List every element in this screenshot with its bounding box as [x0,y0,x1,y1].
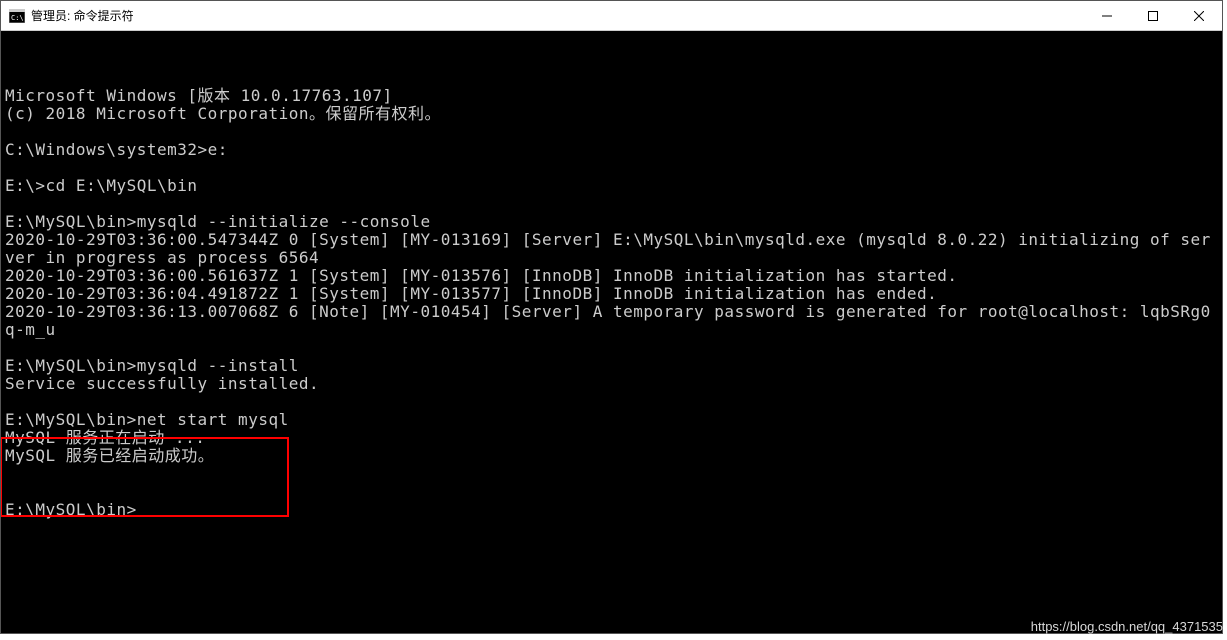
terminal-line [5,483,1218,501]
titlebar[interactable]: C:\ 管理员: 命令提示符 [1,1,1222,31]
terminal-line: Microsoft Windows [版本 10.0.17763.107] [5,87,1218,105]
terminal-output[interactable]: Microsoft Windows [版本 10.0.17763.107](c)… [1,31,1222,633]
svg-text:C:\: C:\ [11,14,24,22]
terminal-line [5,123,1218,141]
terminal-line: 2020-10-29T03:36:00.547344Z 0 [System] [… [5,231,1218,267]
terminal-line: 2020-10-29T03:36:00.561637Z 1 [System] [… [5,267,1218,285]
maximize-button[interactable] [1130,1,1176,30]
window-title: 管理员: 命令提示符 [31,7,1084,24]
terminal-line: E:\MySQL\bin>mysqld --initialize --conso… [5,213,1218,231]
terminal-line: 2020-10-29T03:36:04.491872Z 1 [System] [… [5,285,1218,303]
terminal-line [5,339,1218,357]
terminal-line [5,465,1218,483]
terminal-line: MySQL 服务已经启动成功。 [5,447,1218,465]
terminal-line: E:\MySQL\bin>net start mysql [5,411,1218,429]
close-button[interactable] [1176,1,1222,30]
terminal-line [5,195,1218,213]
minimize-button[interactable] [1084,1,1130,30]
terminal-line: Service successfully installed. [5,375,1218,393]
terminal-line [5,159,1218,177]
terminal-line: 2020-10-29T03:36:13.007068Z 6 [Note] [MY… [5,303,1218,339]
terminal-line [5,393,1218,411]
terminal-line: E:\MySQL\bin>mysqld --install [5,357,1218,375]
cmd-icon: C:\ [9,8,25,24]
watermark-text: https://blog.csdn.net/qq_4371535 [1031,619,1223,634]
window-controls [1084,1,1222,30]
command-prompt-window: C:\ 管理员: 命令提示符 Microsoft Windows [版本 10.… [0,0,1223,634]
terminal-line: MySQL 服务正在启动 ... [5,429,1218,447]
terminal-line: (c) 2018 Microsoft Corporation。保留所有权利。 [5,105,1218,123]
terminal-line: C:\Windows\system32>e: [5,141,1218,159]
terminal-line: E:\>cd E:\MySQL\bin [5,177,1218,195]
terminal-line: E:\MySQL\bin> [5,501,1218,519]
